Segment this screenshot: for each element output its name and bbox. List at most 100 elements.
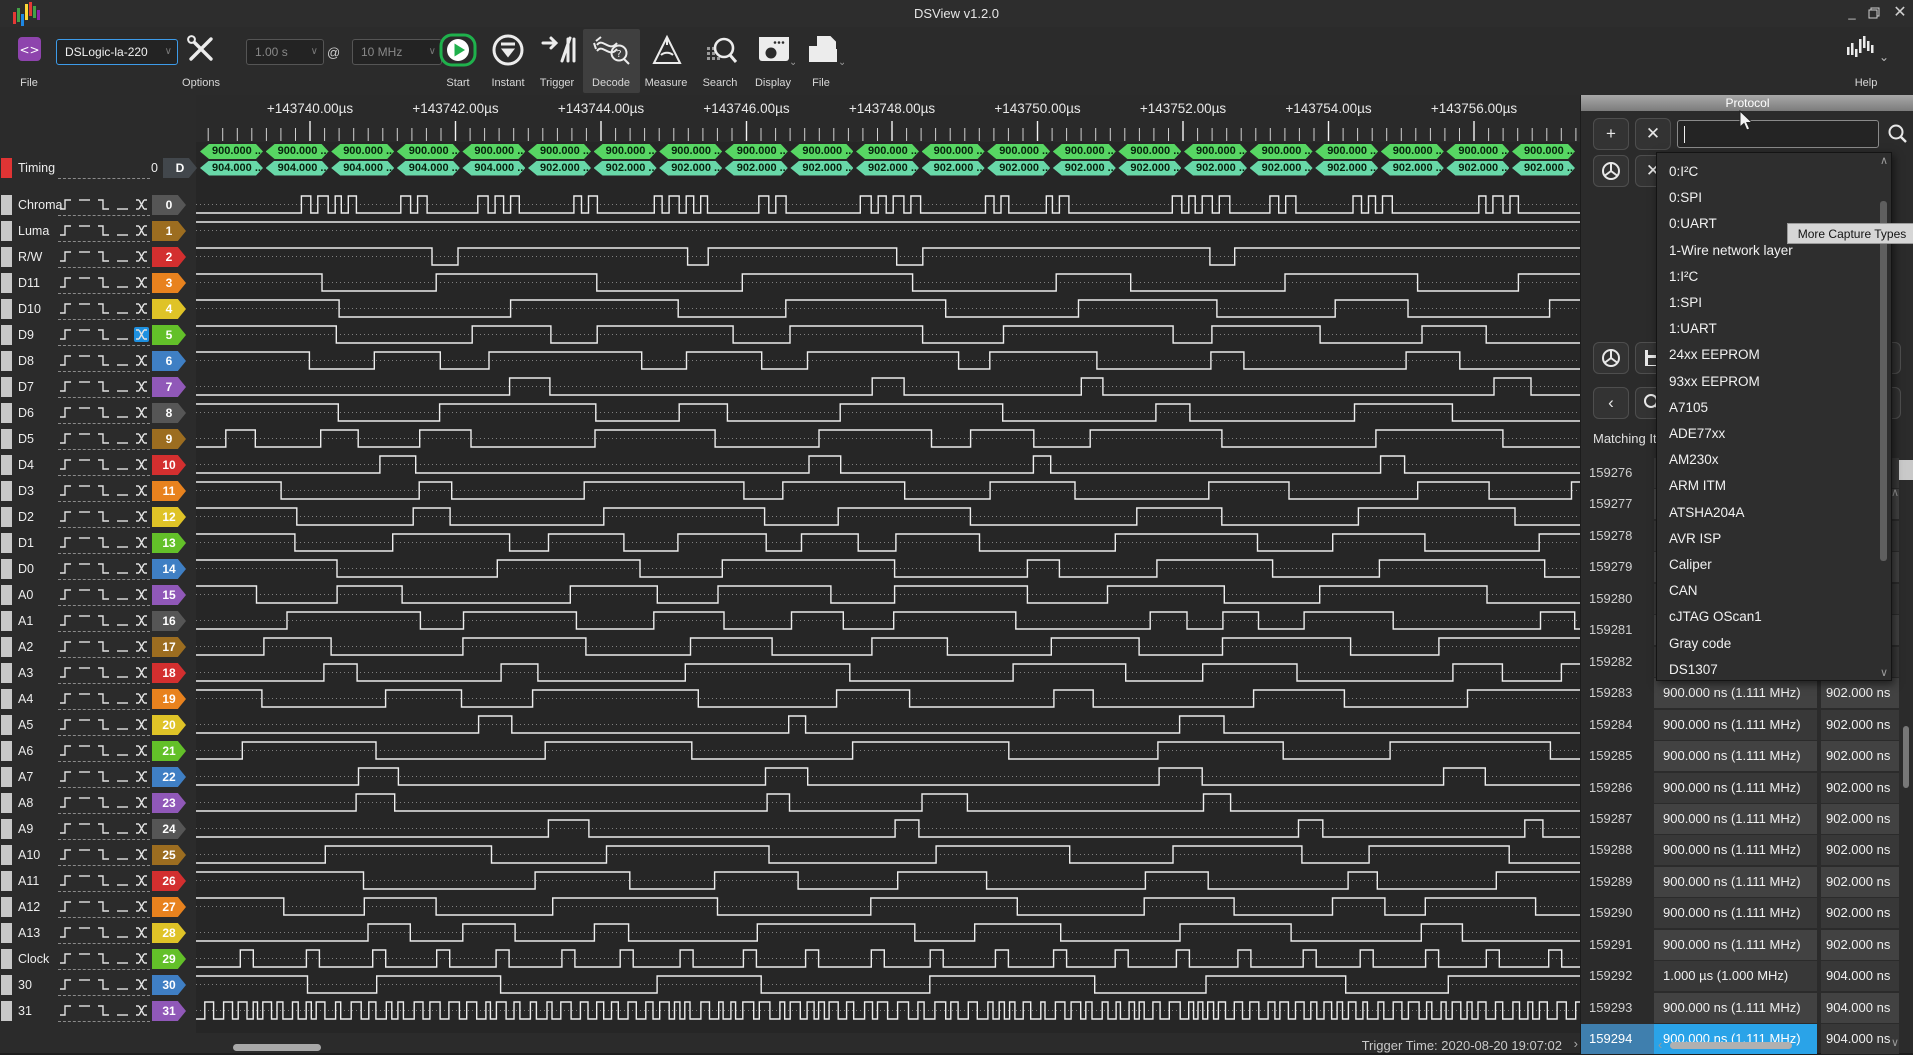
channel-color-swatch[interactable] [1, 351, 12, 371]
low-level-icon[interactable] [115, 925, 130, 940]
low-level-icon[interactable] [115, 769, 130, 784]
high-level-icon[interactable] [77, 925, 92, 940]
channel-number-badge[interactable]: 19 [152, 689, 186, 709]
high-level-icon[interactable] [77, 847, 92, 862]
high-level-icon[interactable] [77, 691, 92, 706]
channel-row-d6[interactable]: D68 [0, 400, 196, 426]
decoder-options-button[interactable] [1593, 155, 1629, 187]
timing-row[interactable]: Timing 0 D [0, 155, 196, 181]
decoder-option[interactable]: 1:UART [1657, 316, 1869, 342]
high-level-icon[interactable] [77, 509, 92, 524]
decoder-option[interactable]: AVR ISP [1657, 526, 1869, 552]
channel-number-badge[interactable]: 0 [152, 195, 186, 215]
device-select[interactable]: DSLogic-la-220 ∨ [56, 39, 178, 65]
decoder-option[interactable]: 0:I²C [1657, 159, 1869, 185]
falling-edge-icon[interactable] [96, 275, 111, 290]
channel-row-31[interactable]: 3131 [0, 998, 196, 1024]
falling-edge-icon[interactable] [96, 717, 111, 732]
falling-edge-icon[interactable] [96, 327, 111, 342]
decoder-option[interactable]: 0:SPI [1657, 185, 1869, 211]
channel-color-swatch[interactable] [1, 299, 12, 319]
decoder-option[interactable]: A7105 [1657, 395, 1869, 421]
falling-edge-icon[interactable] [96, 457, 111, 472]
channel-row-d1[interactable]: D113 [0, 530, 196, 556]
timing-color-swatch[interactable] [1, 158, 12, 178]
channel-row-d11[interactable]: D113 [0, 270, 196, 296]
high-level-icon[interactable] [77, 301, 92, 316]
high-level-icon[interactable] [77, 873, 92, 888]
channel-color-swatch[interactable] [1, 845, 12, 865]
rising-edge-icon[interactable] [58, 821, 73, 836]
channel-row-d3[interactable]: D311 [0, 478, 196, 504]
high-level-icon[interactable] [77, 769, 92, 784]
channel-color-swatch[interactable] [1, 403, 12, 423]
table-scroll-down-icon[interactable]: ∨ [1891, 1036, 1899, 1049]
channel-color-swatch[interactable] [1, 247, 12, 267]
channel-row-a0[interactable]: A015 [0, 582, 196, 608]
table-hscrollbar-thumb[interactable] [1670, 1042, 1792, 1049]
falling-edge-icon[interactable] [96, 223, 111, 238]
low-level-icon[interactable] [115, 535, 130, 550]
falling-edge-icon[interactable] [96, 769, 111, 784]
channel-number-badge[interactable]: 17 [152, 637, 186, 657]
any-edge-icon[interactable] [134, 691, 149, 706]
channel-color-swatch[interactable] [1, 871, 12, 891]
any-edge-icon[interactable] [134, 795, 149, 810]
any-edge-icon[interactable] [134, 717, 149, 732]
high-level-icon[interactable] [77, 249, 92, 264]
low-level-icon[interactable] [115, 1003, 130, 1018]
channel-color-swatch[interactable] [1, 455, 12, 475]
falling-edge-icon[interactable] [96, 977, 111, 992]
channel-row-a13[interactable]: A1328 [0, 920, 196, 946]
high-level-icon[interactable] [77, 977, 92, 992]
matching-item-row[interactable]: 159293900.000 ns (1.111 MHz)904.000 ns [1581, 993, 1913, 1024]
decoder-option[interactable]: 1:SPI [1657, 290, 1869, 316]
low-level-icon[interactable] [115, 613, 130, 628]
close-window-button[interactable]: ✕ [1891, 4, 1909, 22]
channel-number-badge[interactable]: 3 [152, 273, 186, 293]
low-level-icon[interactable] [115, 561, 130, 576]
channel-color-swatch[interactable] [1, 741, 12, 761]
channel-row-a10[interactable]: A1025 [0, 842, 196, 868]
rising-edge-icon[interactable] [58, 613, 73, 628]
start-button-label[interactable]: Start [446, 77, 469, 89]
rising-edge-icon[interactable] [58, 717, 73, 732]
channel-row-a7[interactable]: A722 [0, 764, 196, 790]
channel-color-swatch[interactable] [1, 663, 12, 683]
search-button-label[interactable]: Search [703, 77, 738, 89]
low-level-icon[interactable] [115, 717, 130, 732]
matching-item-row[interactable]: 159290900.000 ns (1.111 MHz)902.000 ns [1581, 898, 1913, 929]
waveform-area[interactable] [196, 142, 1580, 1042]
rising-edge-icon[interactable] [58, 847, 73, 862]
any-edge-icon[interactable] [134, 587, 149, 602]
channel-row-a9[interactable]: A924 [0, 816, 196, 842]
any-edge-icon[interactable] [134, 613, 149, 628]
channel-row-a8[interactable]: A823 [0, 790, 196, 816]
channel-number-badge[interactable]: 20 [152, 715, 186, 735]
rising-edge-icon[interactable] [58, 925, 73, 940]
falling-edge-icon[interactable] [96, 665, 111, 680]
channel-row-a11[interactable]: A1126 [0, 868, 196, 894]
high-level-icon[interactable] [77, 795, 92, 810]
channel-color-swatch[interactable] [1, 507, 12, 527]
trigger-button-label[interactable]: Trigger [540, 77, 574, 89]
low-level-icon[interactable] [115, 353, 130, 368]
low-level-icon[interactable] [115, 691, 130, 706]
decode-icon[interactable]: ? [593, 33, 631, 67]
high-level-icon[interactable] [77, 327, 92, 342]
decoder-option[interactable]: Caliper [1657, 552, 1869, 578]
rising-edge-icon[interactable] [58, 535, 73, 550]
table-vscrollbar-thumb[interactable] [1903, 726, 1909, 788]
measure-button-label[interactable]: Measure [645, 77, 688, 89]
channel-row-d10[interactable]: D104 [0, 296, 196, 322]
low-level-icon[interactable] [115, 509, 130, 524]
rising-edge-icon[interactable] [58, 665, 73, 680]
any-edge-icon[interactable] [134, 353, 149, 368]
any-edge-icon[interactable] [134, 743, 149, 758]
rising-edge-icon[interactable] [58, 509, 73, 524]
help-icon[interactable]: ⌄ [1845, 33, 1889, 65]
options-button-label[interactable]: Options [182, 77, 220, 89]
rising-edge-icon[interactable] [58, 457, 73, 472]
channel-row-d8[interactable]: D86 [0, 348, 196, 374]
low-level-icon[interactable] [115, 327, 130, 342]
